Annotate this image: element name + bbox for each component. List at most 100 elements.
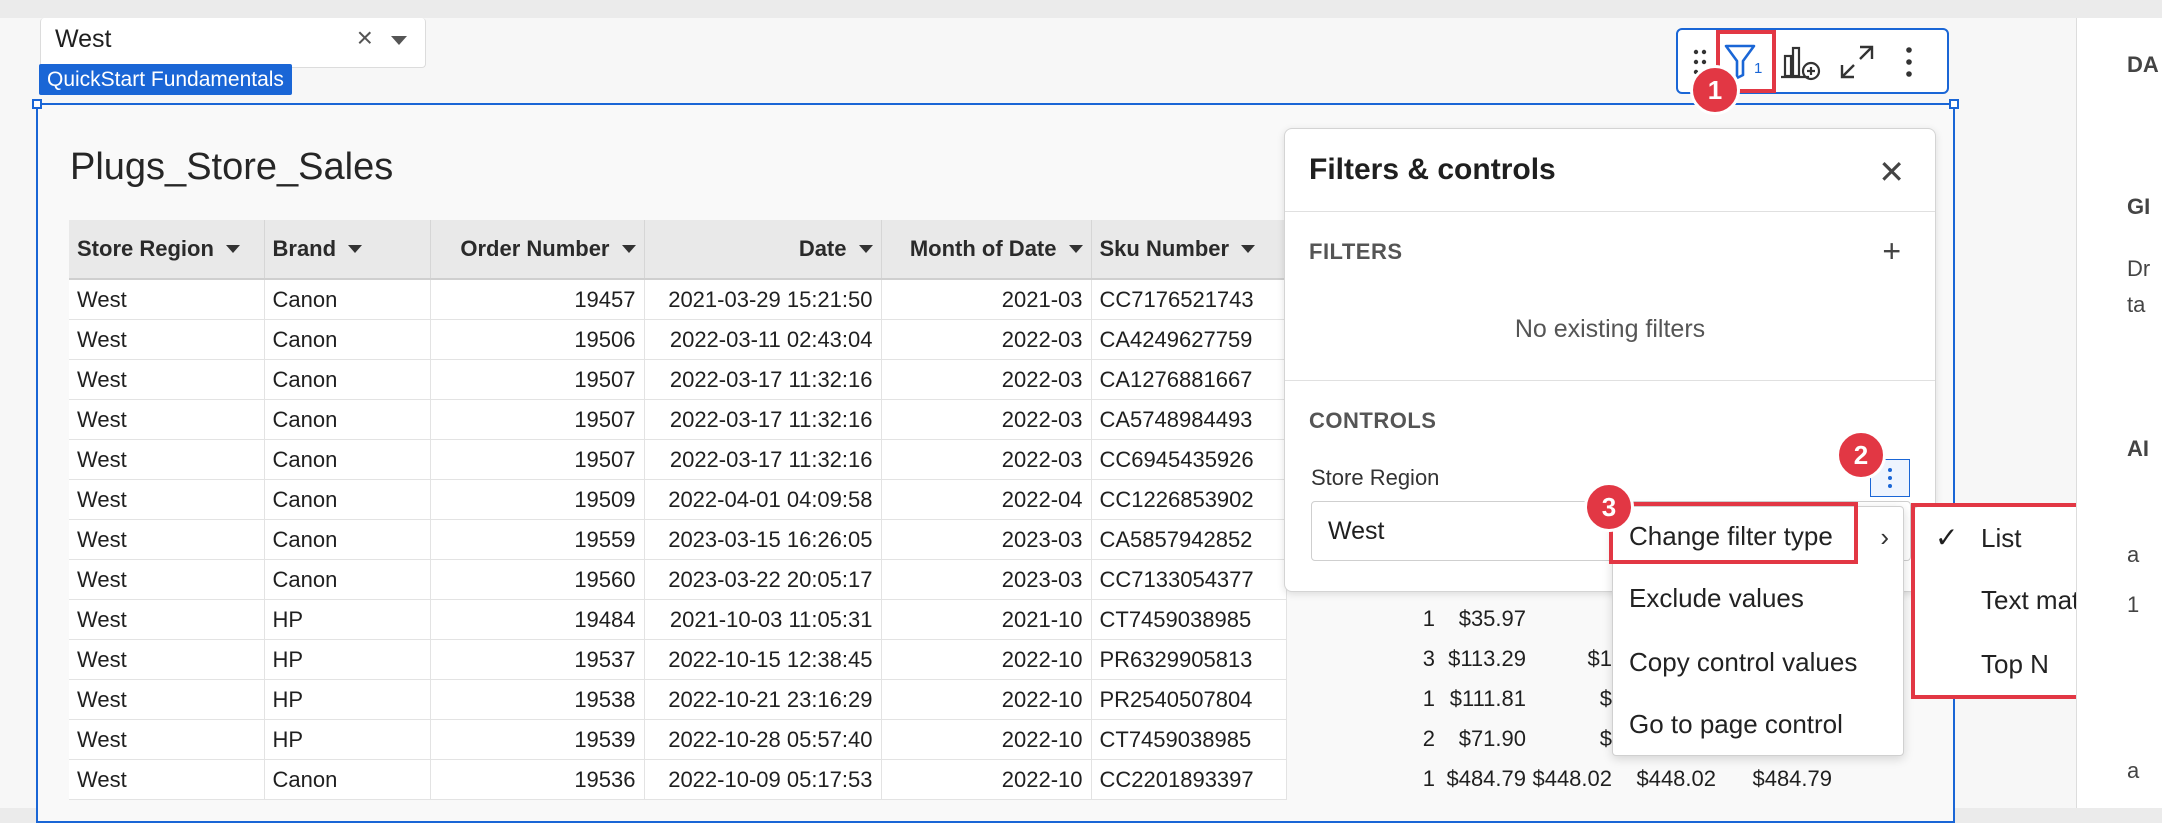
table-cell: West bbox=[69, 639, 265, 680]
table-cell: West bbox=[69, 319, 265, 360]
table-cell: $71.90 bbox=[1458, 726, 1526, 751]
table-cell: $448.02 bbox=[1532, 766, 1612, 791]
table-cell: CC6945435926 bbox=[1091, 439, 1287, 480]
table-cell: CA5748984493 bbox=[1091, 399, 1287, 440]
chevron-down-icon[interactable] bbox=[391, 36, 407, 45]
filters-section-label: FILTERS bbox=[1309, 239, 1403, 264]
table-cell: $111.81 bbox=[1449, 686, 1526, 711]
sidebar-text: 1 bbox=[2127, 592, 2140, 617]
table-cell: 2022-10 bbox=[881, 759, 1092, 800]
column-header[interactable]: Brand bbox=[264, 220, 431, 280]
chevron-down-icon[interactable] bbox=[858, 245, 873, 253]
table-row[interactable]: West Canon 19507 2022-03-17 11:32:16 2022-03… bbox=[69, 439, 1287, 480]
table-cell: 2 bbox=[1422, 726, 1435, 751]
table-row[interactable]: West HP 19537 2022-10-15 12:38:45 2022-10 PR6… bbox=[69, 639, 1287, 680]
table-cell: 2022-10 bbox=[881, 719, 1092, 760]
table-cell: 2021-10-03 11:05:31 bbox=[644, 599, 882, 640]
table-cell: 2022-03-11 02:43:04 bbox=[644, 319, 882, 360]
table-cell: West bbox=[69, 279, 265, 320]
region-control[interactable]: West × bbox=[40, 18, 426, 68]
column-header[interactable]: Month of Date bbox=[881, 220, 1092, 280]
table-cell: 19537 bbox=[430, 639, 645, 680]
control-label: Store Region bbox=[1311, 465, 1440, 490]
table-cell: $113.29 bbox=[1448, 646, 1526, 671]
menu-item-copy-control-values[interactable]: Copy control values bbox=[1629, 647, 1857, 678]
table-row[interactable]: West HP 19539 2022-10-28 05:57:40 2022-10 CT7… bbox=[69, 719, 1287, 760]
more-vertical-icon bbox=[1906, 47, 1912, 77]
store-region-value: West bbox=[1328, 517, 1385, 545]
column-header[interactable]: Date bbox=[644, 220, 882, 280]
table-cell: PR6329905813 bbox=[1091, 639, 1287, 680]
table-cell: Canon bbox=[264, 559, 431, 600]
clear-icon[interactable]: × bbox=[357, 22, 373, 54]
column-header[interactable]: Store Region bbox=[69, 220, 265, 280]
region-control-value: West bbox=[55, 25, 112, 53]
table-cell: HP bbox=[264, 639, 431, 680]
expand-button[interactable] bbox=[1834, 40, 1880, 84]
table-row[interactable]: West Canon 19507 2022-03-17 11:32:16 2022-03… bbox=[69, 359, 1287, 400]
chevron-down-icon[interactable] bbox=[1241, 245, 1256, 253]
step-marker-1: 1 bbox=[1690, 65, 1740, 115]
sidebar-text: ta bbox=[2127, 292, 2146, 317]
highlight-change-filter-type bbox=[1609, 502, 1858, 564]
table-cell: 2022-03 bbox=[881, 359, 1092, 400]
table-cell: 3 bbox=[1422, 646, 1435, 671]
table-cell: 19539 bbox=[430, 719, 645, 760]
table-row[interactable]: West Canon 19507 2022-03-17 11:32:16 2022-03… bbox=[69, 399, 1287, 440]
table-cell: Canon bbox=[264, 479, 431, 520]
menu-item-go-to-page-control[interactable]: Go to page control bbox=[1629, 709, 1843, 740]
table-cell: 2022-10-09 05:17:53 bbox=[644, 759, 882, 800]
table-cell: 2022-04-01 04:09:58 bbox=[644, 479, 882, 520]
chevron-down-icon[interactable] bbox=[621, 245, 636, 253]
column-header-label: Date bbox=[798, 236, 847, 261]
table-cell: 19507 bbox=[430, 439, 645, 480]
table-cell: 2022-03-17 11:32:16 bbox=[644, 359, 882, 400]
close-icon[interactable]: ✕ bbox=[1878, 153, 1905, 191]
table-cell: $448.02 bbox=[1636, 766, 1716, 791]
table-cell: West bbox=[69, 399, 265, 440]
resize-handle[interactable] bbox=[32, 99, 42, 109]
table-row[interactable]: West Canon 19559 2023-03-15 16:26:05 2023-03… bbox=[69, 519, 1287, 560]
table-cell: Canon bbox=[264, 279, 431, 320]
table-row[interactable]: West HP 19538 2022-10-21 23:16:29 2022-10 PR2… bbox=[69, 679, 1287, 720]
chevron-down-icon[interactable] bbox=[1068, 245, 1083, 253]
table-row[interactable]: West Canon 19560 2023-03-22 20:05:17 2023-03… bbox=[69, 559, 1287, 600]
table-cell: Canon bbox=[264, 759, 431, 800]
table-row[interactable]: West HP 19484 2021-10-03 11:05:31 2021-10 CT7… bbox=[69, 599, 1287, 640]
menu-item-exclude-values[interactable]: Exclude values bbox=[1629, 583, 1804, 614]
table-cell: 2022-03 bbox=[881, 319, 1092, 360]
resize-handle[interactable] bbox=[1949, 99, 1959, 109]
table-cell: 19457 bbox=[430, 279, 645, 320]
table-header-row: Store Region Brand Order Number Date Month o… bbox=[69, 220, 1287, 280]
table-row[interactable]: West Canon 19457 2021-03-29 15:21:50 2021-03… bbox=[69, 279, 1287, 320]
sidebar-text: Dr bbox=[2127, 256, 2151, 281]
table-cell: $ bbox=[1599, 686, 1612, 711]
table-cell: 19538 bbox=[430, 679, 645, 720]
add-chart-button[interactable] bbox=[1778, 40, 1824, 84]
table-cell: 19507 bbox=[430, 359, 645, 400]
table-cell: 1 bbox=[1422, 766, 1435, 791]
table-row[interactable]: West Canon 19506 2022-03-11 02:43:04 2022-03… bbox=[69, 319, 1287, 360]
table-cell: 19506 bbox=[430, 319, 645, 360]
table-cell: CC7176521743 bbox=[1091, 279, 1287, 320]
more-options-button[interactable] bbox=[1894, 40, 1924, 84]
table-cell: CC7133054377 bbox=[1091, 559, 1287, 600]
chevron-down-icon[interactable] bbox=[225, 245, 240, 253]
column-header-label: Sku Number bbox=[1099, 236, 1230, 261]
sidebar-heading: DA bbox=[2127, 52, 2159, 77]
chevron-down-icon[interactable] bbox=[348, 245, 363, 253]
table-cell: CT7459038985 bbox=[1091, 719, 1287, 760]
table-cell: 2022-10-21 23:16:29 bbox=[644, 679, 882, 720]
table-row[interactable]: West Canon 19509 2022-04-01 04:09:58 2022-04… bbox=[69, 479, 1287, 520]
table-cell: CT7459038985 bbox=[1091, 599, 1287, 640]
table-cell: Canon bbox=[264, 399, 431, 440]
add-filter-icon[interactable]: + bbox=[1882, 233, 1901, 270]
table-cell: 1 bbox=[1422, 606, 1435, 631]
table-cell: $484.79 bbox=[1752, 766, 1832, 791]
column-header[interactable]: Order Number bbox=[430, 220, 645, 280]
table-cell: 2022-03-17 11:32:16 bbox=[644, 399, 882, 440]
column-header[interactable]: Sku Number bbox=[1091, 220, 1287, 280]
table-cell: 2022-03-17 11:32:16 bbox=[644, 439, 882, 480]
table-row[interactable]: West Canon 19536 2022-10-09 05:17:53 2022-10… bbox=[69, 759, 1287, 800]
sidebar-text: a bbox=[2127, 542, 2140, 567]
